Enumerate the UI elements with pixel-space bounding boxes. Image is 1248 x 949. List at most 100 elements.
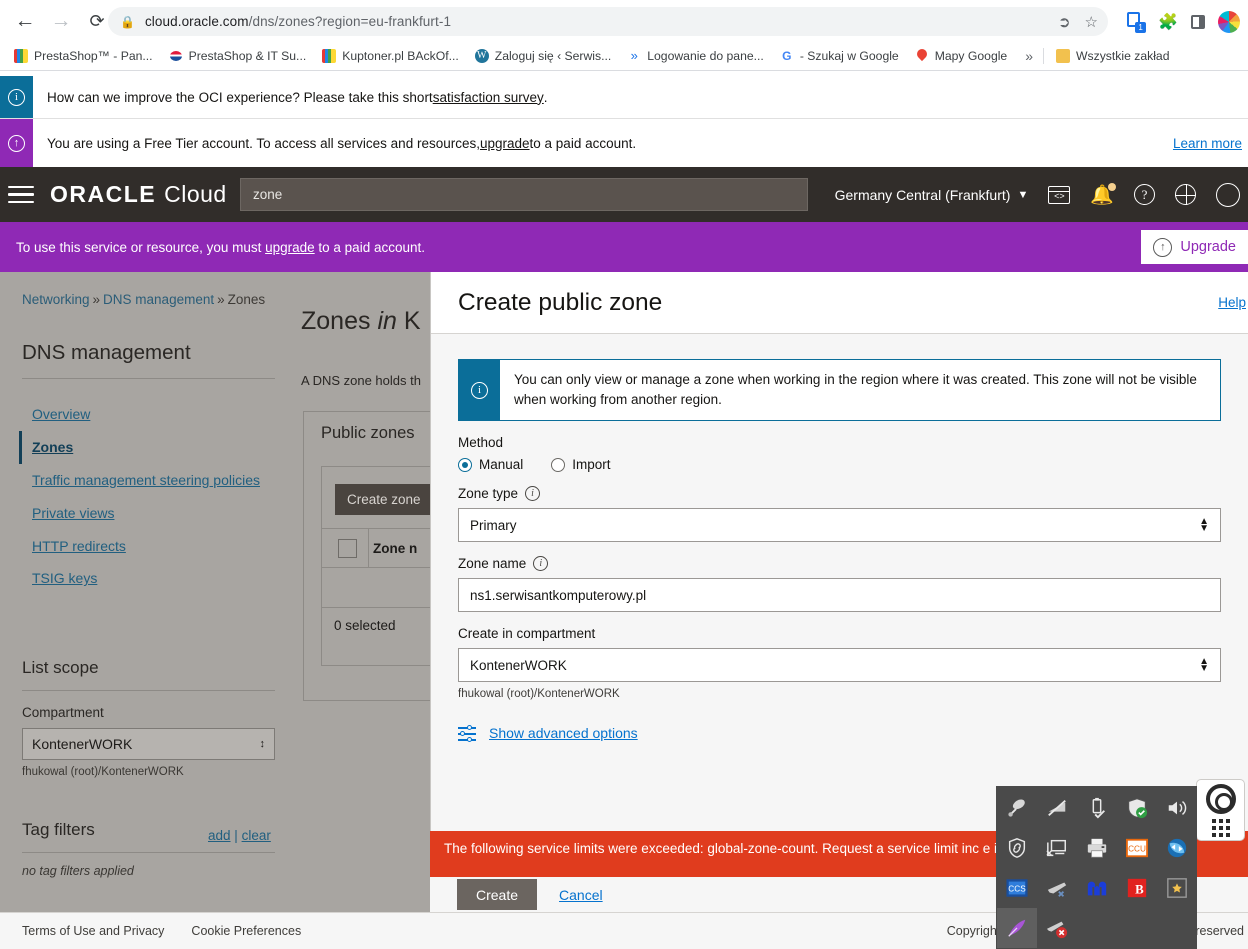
sidebar-item-private-views[interactable]: Private views xyxy=(22,497,282,530)
breadcrumb-dns-management[interactable]: DNS management xyxy=(103,292,214,307)
free-tier-banner-text: You are using a Free Tier account. To ac… xyxy=(33,119,1248,167)
forward-arrow-icon[interactable]: → xyxy=(46,6,76,36)
bookmark-label: Kuptoner.pl BAckOf... xyxy=(342,49,459,63)
breadcrumb-networking[interactable]: Networking xyxy=(22,292,90,307)
teamviewer-icon[interactable] xyxy=(1157,828,1197,868)
volume-speaker-icon[interactable] xyxy=(1157,788,1197,828)
page-description: A DNS zone holds th xyxy=(301,373,421,388)
upgrade-arrow-icon: ↑ xyxy=(0,119,33,167)
zone-type-label: Zone type i xyxy=(458,486,1221,501)
terms-link[interactable]: Terms of Use and Privacy xyxy=(22,924,164,938)
network-disconnected-icon[interactable] xyxy=(1037,788,1077,828)
tab-groups-icon[interactable]: 1 xyxy=(1126,12,1147,33)
security-shield-ok-icon[interactable] xyxy=(1117,788,1157,828)
shield-link-icon[interactable] xyxy=(997,828,1037,868)
svg-text:B: B xyxy=(1135,883,1144,897)
region-selector[interactable]: Germany Central (Frankfurt) ▼ xyxy=(835,187,1029,203)
notifications-bell-icon[interactable]: 🔔 xyxy=(1090,182,1116,207)
create-in-compartment-select[interactable]: KontenerWORK ▲ ▼ xyxy=(458,648,1221,682)
sidebar-item-zones[interactable]: Zones xyxy=(19,430,282,464)
menu-icon[interactable] xyxy=(8,185,34,204)
bookmark-item[interactable]: G - Szukaj w Google xyxy=(772,44,907,68)
share-icon[interactable]: ➲ xyxy=(1058,13,1071,31)
all-bookmarks-item[interactable]: Wszystkie zakład xyxy=(1048,44,1177,68)
address-bar[interactable]: 🔒 cloud.oracle.com/dns/zones?region=eu-f… xyxy=(108,7,1108,36)
compartment-label: Compartment xyxy=(22,705,104,720)
plane-cancel-icon[interactable] xyxy=(1037,908,1077,948)
bitdefender-icon[interactable]: B xyxy=(1117,868,1157,908)
alert-text: You can only view or manage a zone when … xyxy=(514,372,1197,407)
create-zone-button[interactable]: Create zone xyxy=(335,484,433,515)
tag-filters-empty-text: no tag filters applied xyxy=(22,864,134,878)
tool-star-icon[interactable] xyxy=(1157,868,1197,908)
satellite-dish-icon[interactable] xyxy=(997,788,1037,828)
ccs-blue-icon[interactable]: CCS xyxy=(997,868,1037,908)
back-arrow-icon[interactable]: ← xyxy=(10,6,40,36)
purple-feather-icon[interactable] xyxy=(997,908,1037,948)
create-button[interactable]: Create xyxy=(457,879,538,910)
radio-import-label: Import xyxy=(572,457,611,472)
help-fab[interactable] xyxy=(1196,779,1245,841)
search-input[interactable]: zone xyxy=(240,178,808,211)
sidebar-item-tsig-keys[interactable]: TSIG keys xyxy=(22,562,282,595)
bookmark-item[interactable]: Kuptoner.pl BAckOf... xyxy=(314,44,467,68)
free-tier-text-end: to a paid account. xyxy=(529,135,637,151)
radio-import[interactable]: Import xyxy=(551,457,611,472)
bookmark-label: PrestaShop & IT Su... xyxy=(188,49,307,63)
region-globe-icon[interactable] xyxy=(1175,184,1196,205)
bookmark-item[interactable]: » Logowanie do pane... xyxy=(619,44,772,68)
tag-add-link[interactable]: add xyxy=(208,828,231,843)
all-bookmarks-label: Wszystkie zakład xyxy=(1076,49,1170,63)
sidebar-nav: Overview Zones Traffic management steeri… xyxy=(19,398,282,595)
malwarebytes-icon[interactable] xyxy=(1077,868,1117,908)
info-icon[interactable]: i xyxy=(525,486,541,501)
sidebar-item-overview[interactable]: Overview xyxy=(22,398,282,431)
upgrade-inline-link[interactable]: upgrade xyxy=(265,240,315,255)
radio-manual[interactable]: Manual xyxy=(458,457,523,472)
sidebar-item-http-redirects[interactable]: HTTP redirects xyxy=(22,530,282,563)
bookmark-item[interactable]: W Zaloguj się ‹ Serwis... xyxy=(467,44,620,68)
zone-name-input[interactable]: ns1.serwisantkomputerowy.pl xyxy=(458,578,1221,612)
page-title: Zones in K xyxy=(301,307,421,335)
upgrade-required-bar: To use this service or resource, you mus… xyxy=(0,222,1248,272)
plane-x-icon[interactable] xyxy=(1037,868,1077,908)
satisfaction-survey-link[interactable]: satisfaction survey xyxy=(433,90,544,105)
help-link[interactable]: Help xyxy=(1218,295,1248,310)
chevron-down-icon: ▼ xyxy=(1017,188,1029,201)
browser-toolbar: ← → ⟳ 🔒 cloud.oracle.com/dns/zones?regio… xyxy=(0,0,1248,42)
tab-public-zones[interactable]: Public zones xyxy=(321,424,415,443)
zone-type-select[interactable]: Primary ▲ ▼ xyxy=(458,508,1221,542)
help-icon[interactable]: ? xyxy=(1134,184,1155,205)
info-icon[interactable]: i xyxy=(533,556,549,571)
stepper-icon: ↕ xyxy=(259,737,266,750)
upgrade-button[interactable]: ↑ Upgrade xyxy=(1141,230,1248,264)
cloud-shell-icon[interactable]: <> xyxy=(1048,185,1071,204)
bookmark-item[interactable]: PrestaShop™ - Pan... xyxy=(6,44,161,68)
sidebar-item-traffic-management[interactable]: Traffic management steering policies xyxy=(22,464,282,497)
google-favicon: G xyxy=(779,49,794,63)
oracle-cloud-logo[interactable]: ORACLE Cloud xyxy=(50,181,227,208)
show-advanced-options-link[interactable]: Show advanced options xyxy=(489,725,638,741)
profile-avatar-icon[interactable] xyxy=(1218,10,1240,33)
bookmark-item[interactable]: PrestaShop & IT Su... xyxy=(161,44,315,68)
remote-desktop-disconnected-icon[interactable] xyxy=(1037,828,1077,868)
cookie-preferences-link[interactable]: Cookie Preferences xyxy=(191,924,301,938)
ccu-orange-icon[interactable]: CCU xyxy=(1117,828,1157,868)
side-panel-icon[interactable] xyxy=(1191,14,1205,29)
zone-type-value: Primary xyxy=(470,517,517,533)
usb-safely-remove-icon[interactable] xyxy=(1077,788,1117,828)
upgrade-bar-text: To use this service or resource, you mus… xyxy=(0,240,425,255)
star-icon[interactable]: ☆ xyxy=(1085,13,1098,31)
show-advanced-options-row[interactable]: Show advanced options xyxy=(458,724,1221,742)
upgrade-link[interactable]: upgrade xyxy=(480,136,530,151)
cancel-button[interactable]: Cancel xyxy=(559,887,603,903)
user-avatar-icon[interactable] xyxy=(1216,182,1240,207)
learn-more-link[interactable]: Learn more xyxy=(1173,136,1248,151)
select-all-checkbox[interactable] xyxy=(338,538,357,558)
extensions-puzzle-icon[interactable]: 🧩 xyxy=(1158,12,1178,32)
tag-clear-link[interactable]: clear xyxy=(242,828,271,843)
bookmarks-overflow-icon[interactable]: » xyxy=(1019,48,1039,64)
bookmark-item[interactable]: Mapy Google xyxy=(907,44,1016,68)
compartment-select[interactable]: KontenerWORK ↕ xyxy=(22,728,275,760)
printer-icon[interactable] xyxy=(1077,828,1117,868)
